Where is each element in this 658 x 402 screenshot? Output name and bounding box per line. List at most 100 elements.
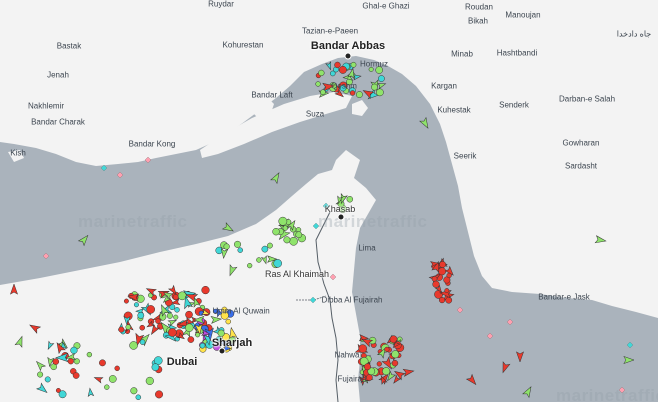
vessel-underway-icon[interactable] <box>594 235 607 245</box>
vessel-small-icon[interactable] <box>506 318 514 326</box>
place-label-kohurestan[interactable]: Kohurestan <box>223 41 264 50</box>
vessel-moored-icon[interactable] <box>108 375 117 383</box>
vessel-moored-icon[interactable] <box>67 358 74 365</box>
vessel-moored-icon[interactable] <box>133 302 139 308</box>
vessel-underway-icon[interactable] <box>28 322 42 334</box>
vessel-moored-icon[interactable] <box>37 371 44 378</box>
vessel-moored-icon[interactable] <box>151 363 160 372</box>
vessel-underway-icon[interactable] <box>465 373 479 386</box>
vessel-underway-icon[interactable] <box>522 385 534 399</box>
vessel-underway-icon[interactable] <box>9 283 19 295</box>
vessel-moored-icon[interactable] <box>338 65 347 74</box>
place-label-roudan[interactable]: Roudan <box>465 3 493 12</box>
vessel-moored-icon[interactable] <box>195 332 201 338</box>
place-label-bandar-charak[interactable]: Bandar Charak <box>31 118 85 127</box>
vessel-moored-icon[interactable] <box>261 245 269 253</box>
place-label-manoujan[interactable]: Manoujan <box>505 11 540 20</box>
place-label-kuhestak[interactable]: Kuhestak <box>437 106 470 115</box>
vessel-moored-icon[interactable] <box>172 294 179 301</box>
vessel-moored-icon[interactable] <box>349 90 356 96</box>
vessel-moored-icon[interactable] <box>139 324 146 331</box>
vessel-moored-icon[interactable] <box>199 342 206 349</box>
vessel-underway-icon[interactable] <box>46 340 55 351</box>
place-label-darban-e-salah[interactable]: Darban-e Salah <box>559 95 615 104</box>
place-label-nahwa[interactable]: Nahwa <box>335 351 360 360</box>
vessel-small-icon[interactable] <box>329 273 337 281</box>
place-label-ghal-e-ghazi[interactable]: Ghal-e Ghazi <box>362 2 409 11</box>
place-label-bandar-laft[interactable]: Bandar Laft <box>251 91 292 100</box>
vessel-underway-icon[interactable] <box>210 315 223 324</box>
vessel-moored-icon[interactable] <box>139 339 146 345</box>
vessel-moored-icon[interactable] <box>438 267 447 276</box>
vessel-moored-icon[interactable] <box>334 61 341 69</box>
vessel-moored-icon[interactable] <box>247 263 253 269</box>
vessel-moored-icon[interactable] <box>446 272 452 279</box>
place-label-seerik[interactable]: Seerik <box>454 152 477 161</box>
vessel-small-icon[interactable] <box>116 171 124 179</box>
vessel-moored-icon[interactable] <box>329 70 336 77</box>
place-label-bikah[interactable]: Bikah <box>468 17 488 26</box>
vessel-moored-icon[interactable] <box>123 298 129 304</box>
vessel-moored-icon[interactable] <box>225 318 231 325</box>
vessel-moored-icon[interactable] <box>378 75 385 82</box>
vessel-underway-icon[interactable] <box>393 368 406 381</box>
vessel-moored-icon[interactable] <box>256 257 262 263</box>
vessel-small-icon[interactable] <box>309 296 317 304</box>
place-label-bandar-kong[interactable]: Bandar Kong <box>129 140 176 149</box>
vessel-moored-icon[interactable] <box>114 365 120 372</box>
vessel-moored-icon[interactable] <box>289 236 298 246</box>
vessel-underway-icon[interactable] <box>402 367 415 377</box>
vessel-moored-icon[interactable] <box>439 261 447 268</box>
vessel-underway-icon[interactable] <box>221 222 235 234</box>
vessel-small-icon[interactable] <box>456 306 464 314</box>
place-label-fujairah[interactable]: Fujairah <box>338 375 367 384</box>
vessel-moored-icon[interactable] <box>168 328 177 337</box>
vessel-moored-icon[interactable] <box>104 384 110 390</box>
place-label-umm-al-quwain[interactable]: Umm Al Quwain <box>212 307 269 316</box>
vessel-underway-icon[interactable] <box>419 116 431 130</box>
vessel-small-icon[interactable] <box>144 156 152 164</box>
vessel-moored-icon[interactable] <box>187 336 195 343</box>
vessel-moored-icon[interactable] <box>72 372 80 379</box>
vessel-underway-icon[interactable] <box>325 61 333 71</box>
vessel-underway-icon[interactable] <box>93 375 104 384</box>
vessel-moored-icon[interactable] <box>364 363 371 371</box>
vessel-moored-icon[interactable] <box>384 346 390 352</box>
vessel-moored-icon[interactable] <box>278 216 288 226</box>
vessel-moored-icon[interactable] <box>283 236 291 244</box>
vessel-moored-icon[interactable] <box>445 296 453 304</box>
place-label-hashtbandi[interactable]: Hashtbandi <box>497 49 537 58</box>
place-label-ras-al-khaimah[interactable]: Ras Al Khaimah <box>265 269 329 279</box>
vessel-moored-icon[interactable] <box>173 314 179 320</box>
map-canvas[interactable]: marinetraffic marinetraffic marinetraffi… <box>0 0 658 402</box>
place-label-jenah[interactable]: Jenah <box>47 71 69 80</box>
vessel-moored-icon[interactable] <box>391 359 399 367</box>
vessel-moored-icon[interactable] <box>391 350 400 359</box>
vessel-moored-icon[interactable] <box>86 351 93 358</box>
vessel-underway-icon[interactable] <box>227 264 238 277</box>
vessel-moored-icon[interactable] <box>155 390 164 399</box>
vessel-moored-icon[interactable] <box>267 242 273 249</box>
vessel-moored-icon[interactable] <box>129 341 138 350</box>
place-label-gowharan[interactable]: Gowharan <box>563 139 600 148</box>
vessel-moored-icon[interactable] <box>99 359 106 367</box>
vessel-moored-icon[interactable] <box>365 374 373 381</box>
place-label-senderk[interactable]: Senderk <box>499 101 529 110</box>
vessel-moored-icon[interactable] <box>376 361 382 367</box>
vessel-small-icon[interactable] <box>486 332 494 340</box>
vessel-moored-icon[interactable] <box>431 276 438 282</box>
vessel-moored-icon[interactable] <box>350 61 357 68</box>
vessel-moored-icon[interactable] <box>346 196 354 203</box>
place-label-bastak[interactable]: Bastak <box>57 42 81 51</box>
vessel-moored-icon[interactable] <box>234 240 242 248</box>
vessel-underway-icon[interactable] <box>34 359 47 372</box>
place-label-[interactable]: جاه دادخدا <box>617 30 652 39</box>
vessel-moored-icon[interactable] <box>135 394 142 401</box>
vessel-moored-icon[interactable] <box>376 88 384 97</box>
place-label-dibba-al-fujairah[interactable]: Dibba Al Fujairah <box>322 296 383 305</box>
vessel-underway-icon[interactable] <box>220 248 229 259</box>
vessel-underway-icon[interactable] <box>623 355 635 365</box>
vessel-moored-icon[interactable] <box>185 323 194 332</box>
vessel-moored-icon[interactable] <box>371 83 378 91</box>
vessel-moored-icon[interactable] <box>201 285 210 295</box>
